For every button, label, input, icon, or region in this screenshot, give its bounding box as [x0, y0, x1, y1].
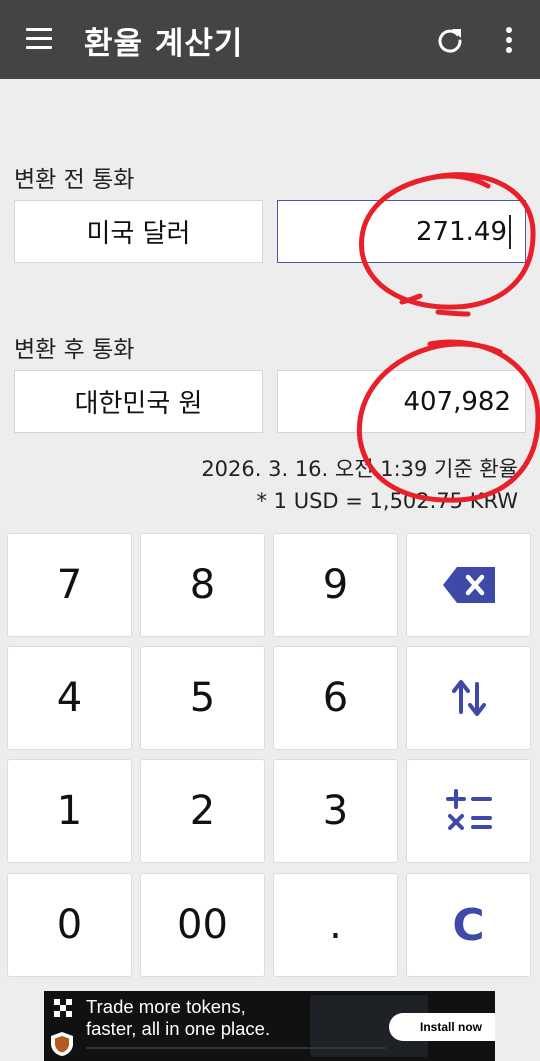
ad-headline: Trade more tokens, faster, all in one pl… [86, 996, 270, 1040]
swap-icon [451, 680, 486, 716]
from-currency-label: 변환 전 통화 [14, 167, 135, 193]
to-currency-label: 변환 후 통화 [14, 337, 135, 363]
ad-install-button[interactable]: Install now [389, 1013, 495, 1041]
key-4[interactable]: 4 [7, 646, 132, 750]
to-amount-value: 407,982 [403, 386, 511, 417]
key-6[interactable]: 6 [273, 646, 398, 750]
rate-value-text: * 1 USD = 1,502.75 KRW [256, 489, 519, 513]
to-currency-button[interactable]: 대한민국 원 [14, 370, 263, 433]
backspace-button[interactable] [406, 533, 531, 637]
key-3[interactable]: 3 [273, 759, 398, 863]
backspace-icon [442, 567, 495, 603]
ad-banner[interactable]: Trade more tokens, faster, all in one pl… [44, 991, 495, 1061]
rate-date-text: 2026. 3. 16. 오전 1:39 기준 환율 [201, 457, 518, 481]
brand-logo-icon [54, 999, 72, 1017]
ad-headline-line-1: Trade more tokens, [86, 996, 246, 1017]
from-amount-value: 271.49 [416, 216, 507, 247]
key-9[interactable]: 9 [273, 533, 398, 637]
app-bar: 환율 계산기 [0, 0, 540, 79]
key-0[interactable]: 0 [7, 873, 132, 977]
ad-badge-icon [51, 1032, 73, 1056]
menu-icon[interactable] [26, 28, 52, 50]
more-vert-icon[interactable] [502, 26, 516, 54]
swap-button[interactable] [406, 646, 531, 750]
key-2[interactable]: 2 [140, 759, 265, 863]
key-1[interactable]: 1 [7, 759, 132, 863]
refresh-icon[interactable] [436, 26, 464, 54]
from-amount-input[interactable]: 271.49 [277, 200, 526, 263]
clear-button[interactable]: C [406, 873, 531, 977]
key-decimal[interactable]: . [273, 873, 398, 977]
key-7[interactable]: 7 [7, 533, 132, 637]
calculator-ops-icon [445, 789, 492, 830]
ad-fine-print [86, 1047, 386, 1049]
text-caret [509, 214, 511, 249]
key-8[interactable]: 8 [140, 533, 265, 637]
ad-headline-line-2: faster, all in one place. [86, 1018, 271, 1039]
operations-button[interactable] [406, 759, 531, 863]
to-amount-output[interactable]: 407,982 [277, 370, 526, 433]
key-5[interactable]: 5 [140, 646, 265, 750]
from-currency-button[interactable]: 미국 달러 [14, 200, 263, 263]
key-00[interactable]: 00 [140, 873, 265, 977]
app-title: 환율 계산기 [84, 26, 244, 62]
